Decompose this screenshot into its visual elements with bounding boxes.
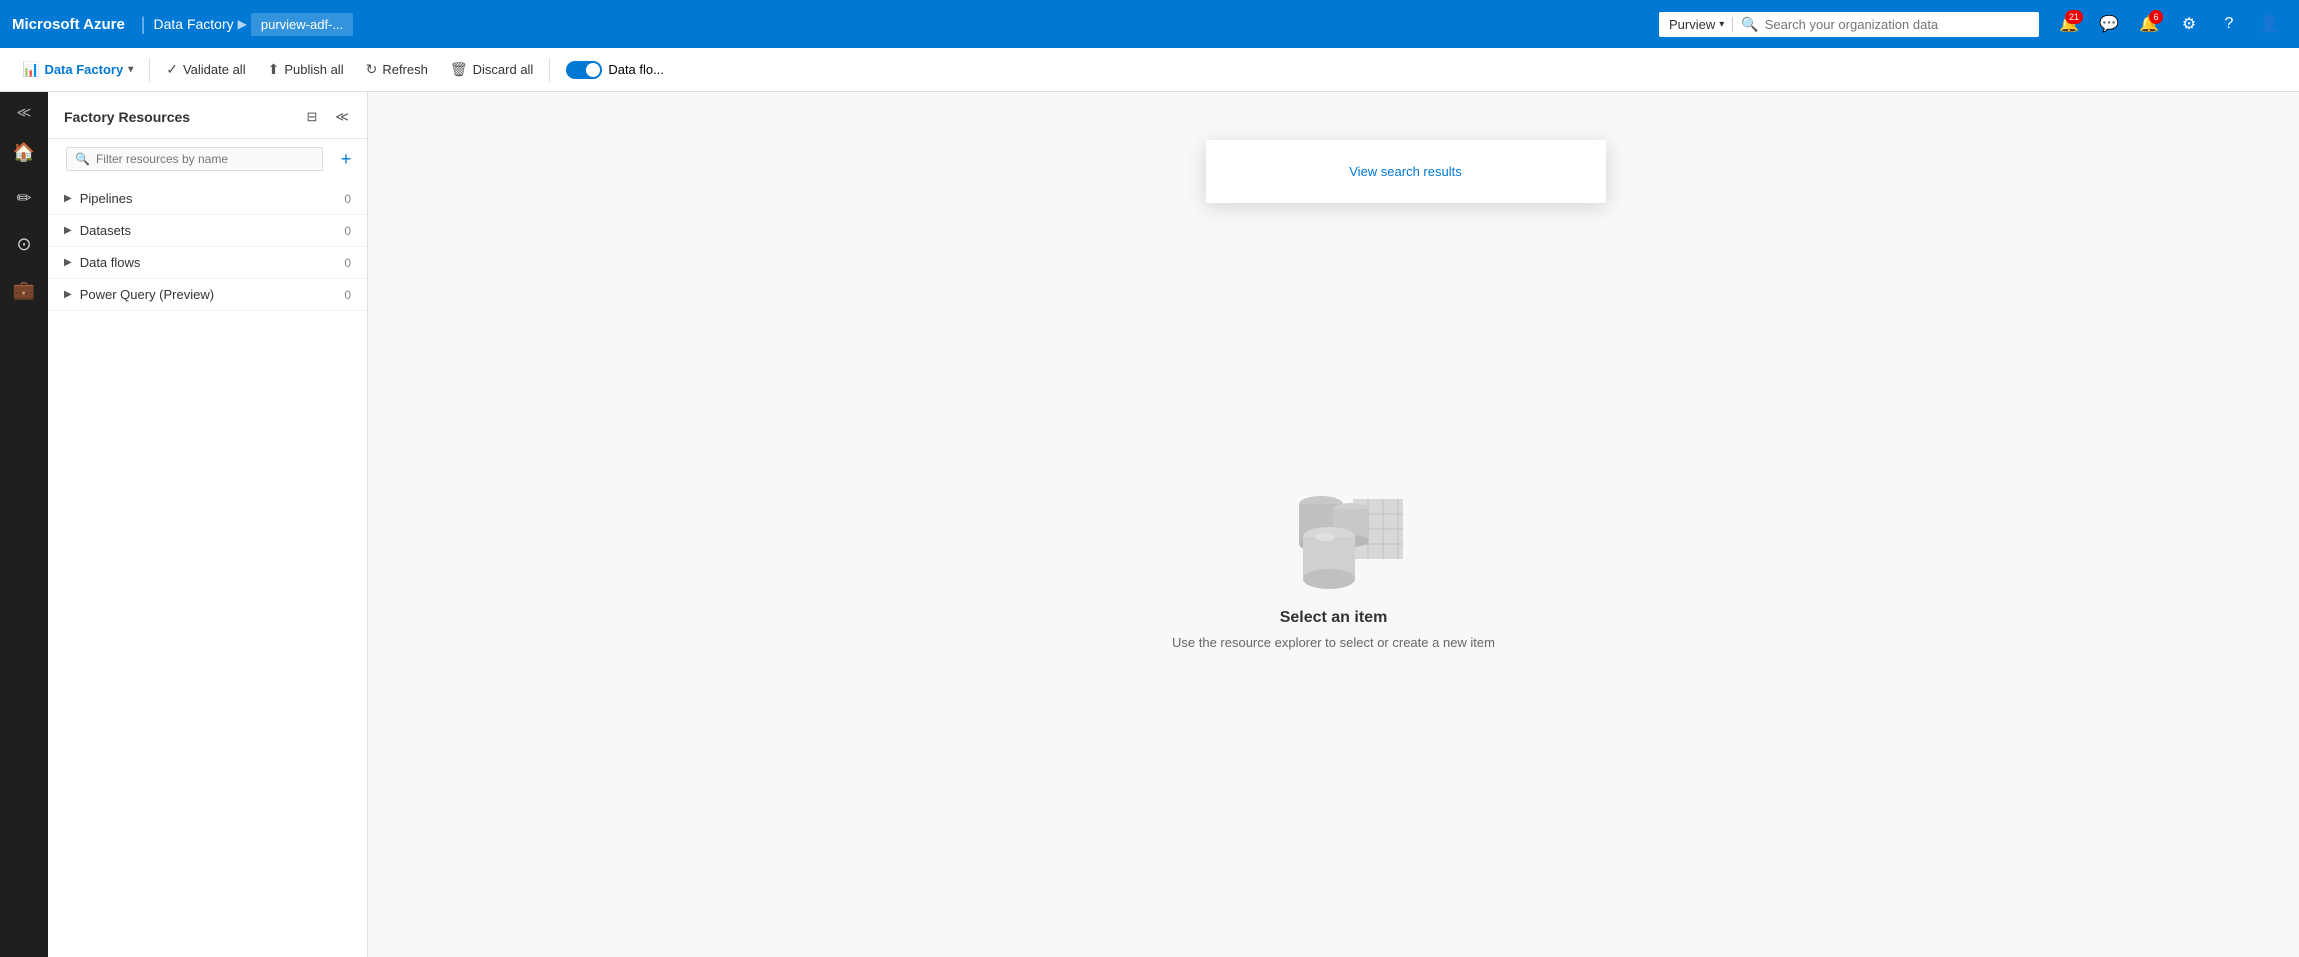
nav-monitor-button[interactable]: ⊙ <box>2 222 46 266</box>
settings-button[interactable]: ⚙ <box>2171 6 2207 42</box>
power-query-count: 0 <box>344 288 351 302</box>
notifications-button[interactable]: 🔔 21 <box>2051 6 2087 42</box>
data-flows-chevron-icon: ▶ <box>64 257 72 268</box>
microsoft-azure-brand: Microsoft Azure <box>12 16 125 33</box>
pipelines-item[interactable]: ▶ Pipelines 0 <box>48 183 367 215</box>
data-flows-item[interactable]: ▶ Data flows 0 <box>48 247 367 279</box>
add-resource-button[interactable]: + <box>333 146 359 172</box>
alerts-badge: 6 <box>2149 10 2163 24</box>
account-button[interactable]: 👤 <box>2251 6 2287 42</box>
factory-breadcrumb[interactable]: purview-adf-... <box>251 13 353 36</box>
toolbar-divider-2 <box>549 58 550 82</box>
refresh-icon: ↻ <box>366 61 378 78</box>
toolbar-divider-1 <box>149 58 150 82</box>
global-search-icon: 🔍 <box>1741 16 1758 33</box>
discard-all-label: Discard all <box>473 62 534 77</box>
main-layout: ≪ 🏠 ✏ ⊙ 💼 Factory Resources ⊟ ≪ 🔍 + ▶ Pi… <box>0 92 2299 957</box>
pipelines-label: Pipelines <box>80 191 345 206</box>
sidebar-close-button[interactable]: ≪ <box>329 104 355 130</box>
help-button[interactable]: ? <box>2211 6 2247 42</box>
sidebar-header: Factory Resources ⊟ ≪ <box>48 92 367 139</box>
global-search-area: Purview ▾ 🔍 <box>1659 12 2039 37</box>
nav-icons-group: 🔔 21 💬 🔔 6 ⚙ ? 👤 <box>2051 6 2287 42</box>
purview-label: Purview <box>1669 17 1715 32</box>
refresh-label: Refresh <box>382 62 428 77</box>
datasets-item[interactable]: ▶ Datasets 0 <box>48 215 367 247</box>
data-flows-label: Data flows <box>80 255 345 270</box>
validate-icon: ✓ <box>166 61 178 78</box>
empty-state-subtitle: Use the resource explorer to select or c… <box>1172 635 1495 650</box>
search-row: 🔍 + <box>48 139 367 183</box>
filter-search-input[interactable] <box>96 152 314 166</box>
main-content-area: View search results <box>368 92 2299 957</box>
refresh-button[interactable]: ↻ Refresh <box>356 55 438 84</box>
sidebar-header-icons: ⊟ ≪ <box>299 104 355 130</box>
purview-selector[interactable]: Purview ▾ <box>1669 17 1733 32</box>
view-search-results-link[interactable]: View search results <box>1222 156 1590 187</box>
empty-state-section: Select an item Use the resource explorer… <box>1172 459 1495 650</box>
search-dropdown-panel: View search results <box>1206 140 1606 203</box>
sidebar-title: Factory Resources <box>64 109 299 125</box>
filter-search-box: 🔍 <box>66 147 323 171</box>
data-flows-count: 0 <box>344 256 351 270</box>
cylinders-illustration-svg <box>1253 459 1413 589</box>
nav-collapse-button[interactable]: ≪ <box>2 96 46 128</box>
purview-chevron-icon: ▾ <box>1719 19 1724 30</box>
publish-icon: ⬆ <box>268 61 280 78</box>
power-query-item[interactable]: ▶ Power Query (Preview) 0 <box>48 279 367 311</box>
validate-all-label: Validate all <box>183 62 246 77</box>
empty-state-illustration <box>1253 459 1413 589</box>
icon-navigation: ≪ 🏠 ✏ ⊙ 💼 <box>0 92 48 957</box>
publish-all-button[interactable]: ⬆ Publish all <box>258 55 354 84</box>
factory-title-toolbar[interactable]: 📊 Data Factory ▾ <box>12 55 143 84</box>
data-flows-toggle-area: Data flo... <box>556 61 674 79</box>
validate-all-button[interactable]: ✓ Validate all <box>156 55 255 84</box>
data-flows-toggle[interactable] <box>566 61 602 79</box>
factory-name-label: Data Factory <box>44 62 123 77</box>
sidebar-collapse-button[interactable]: ⊟ <box>299 104 325 130</box>
alerts-button[interactable]: 🔔 6 <box>2131 6 2167 42</box>
chat-button[interactable]: 💬 <box>2091 6 2127 42</box>
discard-all-button[interactable]: 🗑 Discard all <box>440 55 543 84</box>
pipelines-count: 0 <box>344 192 351 206</box>
power-query-label: Power Query (Preview) <box>80 287 345 302</box>
top-navigation: Microsoft Azure | Data Factory ▶ purview… <box>0 0 2299 48</box>
filter-search-icon: 🔍 <box>75 152 90 166</box>
power-query-chevron-icon: ▶ <box>64 289 72 300</box>
resource-list: ▶ Pipelines 0 ▶ Datasets 0 ▶ Data flows … <box>48 183 367 957</box>
publish-all-label: Publish all <box>284 62 343 77</box>
pipelines-chevron-icon: ▶ <box>64 193 72 204</box>
data-flows-label: Data flo... <box>608 62 664 77</box>
nav-home-button[interactable]: 🏠 <box>2 130 46 174</box>
datasets-chevron-icon: ▶ <box>64 225 72 236</box>
main-toolbar: 📊 Data Factory ▾ ✓ Validate all ⬆ Publis… <box>0 48 2299 92</box>
nav-separator: | <box>141 14 146 35</box>
datasets-count: 0 <box>344 224 351 238</box>
factory-nav-label: Data Factory <box>153 16 233 32</box>
datasets-label: Datasets <box>80 223 345 238</box>
nav-edit-button[interactable]: ✏ <box>2 176 46 220</box>
discard-icon: 🗑 <box>450 61 468 78</box>
empty-state-title: Select an item <box>1280 609 1388 627</box>
global-search-input[interactable] <box>1765 17 1985 32</box>
toolbar-chevron-icon: ▾ <box>128 64 133 75</box>
notifications-badge: 21 <box>2065 10 2083 24</box>
nav-chevron-icon: ▶ <box>238 17 247 31</box>
factory-icon: 📊 <box>22 61 39 78</box>
sidebar-panel: Factory Resources ⊟ ≪ 🔍 + ▶ Pipelines 0 … <box>48 92 368 957</box>
nav-manage-button[interactable]: 💼 <box>2 268 46 312</box>
